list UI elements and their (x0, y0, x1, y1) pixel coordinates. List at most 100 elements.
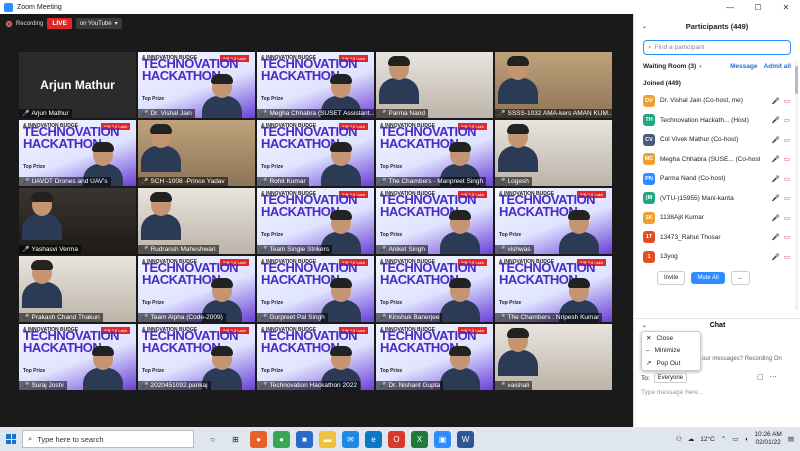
recipient-dropdown[interactable]: Everyone (653, 373, 688, 383)
menu-item-minimize[interactable]: – Minimize (642, 345, 700, 358)
muted-mic-icon[interactable]: 🎤 (772, 175, 780, 183)
participant-row[interactable]: MC Megha Chhabra (SUSE... (Co-host) 🎤 ▭ (643, 150, 800, 170)
video-camera-icon[interactable]: ▭ (784, 233, 790, 241)
participant-row[interactable]: 1K 1138Ajit Kumar 🎤 ▭ (643, 208, 800, 228)
video-tile[interactable]: & INNOVATION BUDGE INR 5.5 Lakh TECHNOVATI… (376, 188, 493, 254)
more-icon[interactable]: ⋯ (770, 373, 777, 381)
file-icon[interactable]: ▢ (757, 373, 764, 381)
menu-item-pop-out[interactable]: ↗ Pop Out (642, 357, 700, 370)
video-tile[interactable]: & INNOVATION BUDGE INR 5.5 Lakh TECHNOVATI… (257, 256, 374, 322)
admit-all-button[interactable]: Admit all (764, 63, 791, 70)
video-tile[interactable]: & INNOVATION BUDGE INR 5.5 Lakh TECHNOVATI… (495, 188, 612, 254)
firefox-icon[interactable]: ● (250, 430, 267, 448)
participant-row[interactable]: 1T 13473_Rahul Thosar 🎤 ▭ (643, 228, 800, 248)
muted-mic-icon[interactable]: 🎤 (772, 214, 780, 222)
chevron-up-icon[interactable]: ⌃ (721, 435, 726, 443)
video-tile[interactable]: 🎤 Yashasvi Verma (19, 188, 136, 254)
video-tile[interactable]: 🎤 SSSS-1032 AMA-kers AMAN KUM... (495, 52, 612, 118)
video-camera-icon[interactable]: ▭ (784, 116, 790, 124)
file-explorer-icon[interactable]: ▬ (319, 430, 336, 448)
chevron-down-icon[interactable]: ⌄ (642, 23, 647, 30)
muted-mic-icon[interactable]: 🎤 (772, 253, 780, 261)
menu-item-close[interactable]: ✕ Close (642, 332, 700, 345)
muted-mic-icon[interactable]: 🎤 (772, 194, 780, 202)
invite-button[interactable]: Invite (657, 270, 686, 285)
video-camera-icon[interactable]: ▭ (784, 253, 790, 261)
maximize-button[interactable]: ☐ (744, 3, 772, 12)
zoom-taskbar-icon[interactable]: ▣ (434, 430, 451, 448)
joined-label[interactable]: Joined (449) (634, 72, 800, 91)
video-tile[interactable]: & INNOVATION BUDGE INR 5.5 Lakh TECHNOVATI… (19, 120, 136, 186)
store-icon[interactable]: ■ (296, 430, 313, 448)
video-camera-icon[interactable]: ▭ (784, 97, 790, 105)
start-button[interactable] (0, 434, 22, 444)
video-camera-icon[interactable]: ▭ (784, 155, 790, 163)
temperature[interactable]: 12°C (700, 436, 715, 443)
task-view-icon[interactable]: ○ (204, 431, 221, 448)
video-tile[interactable]: & INNOVATION BUDGE INR 5.5 Lakh TECHNOVATI… (19, 324, 136, 390)
edge-icon[interactable]: e (365, 430, 382, 448)
participant-row[interactable]: CV Col Vivek Mathur (Co-host) 🎤 ▭ (643, 130, 800, 150)
video-tile[interactable]: & INNOVATION BUDGE INR 5.5 Lakh TECHNOVATI… (257, 52, 374, 118)
live-badge[interactable]: LIVE (47, 18, 72, 29)
muted-mic-icon[interactable]: 🎤 (772, 97, 780, 105)
chevron-down-icon[interactable]: ⌄ (642, 322, 647, 329)
video-tile[interactable]: & INNOVATION BUDGE INR 5.5 Lakh TECHNOVATI… (257, 324, 374, 390)
participant-row[interactable]: DV Dr. Vishal Jain (Co-host, me) 🎤 ▭ (643, 91, 800, 111)
video-tile[interactable]: & INNOVATION BUDGE INR 5.5 Lakh TECHNOVATI… (376, 324, 493, 390)
video-tile[interactable]: Arjun Mathur 🎤 Arjun Mathur (19, 52, 136, 118)
message-waiting-button[interactable]: Message (730, 63, 757, 70)
taskbar-search-input[interactable]: ⌕ Type here to search (22, 430, 194, 448)
system-clock[interactable]: 10:26 AM 02/01/22 (754, 431, 781, 447)
waiting-room-label[interactable]: Waiting Room (3) (643, 63, 696, 70)
youtube-stream-dropdown[interactable]: on YouTube ▾ (75, 18, 122, 29)
video-tile[interactable]: & INNOVATION BUDGE INR 5.5 Lakh TECHNOVATI… (495, 256, 612, 322)
participant-row[interactable]: TH Technovation Hackath... (Host) 🎤 ▭ (643, 111, 800, 131)
widgets-icon[interactable]: ⊞ (227, 431, 244, 448)
video-tile[interactable]: 🎤 Prakash Chand Thakuri (19, 256, 136, 322)
video-camera-icon[interactable]: ▭ (784, 214, 790, 222)
video-tile[interactable]: & INNOVATION BUDGE INR 5.5 Lakh TECHNOVATI… (138, 52, 255, 118)
muted-mic-icon[interactable]: 🎤 (772, 155, 780, 163)
close-window-button[interactable]: ✕ (772, 3, 800, 12)
minimize-button[interactable]: — (716, 3, 744, 12)
video-tile[interactable]: & INNOVATION BUDGE INR 5.5 Lakh TECHNOVATI… (257, 120, 374, 186)
video-tile[interactable]: & INNOVATION BUDGE INR 5.5 Lakh TECHNOVATI… (138, 256, 255, 322)
video-tile[interactable]: & INNOVATION BUDGE INR 5.5 Lakh TECHNOVATI… (376, 120, 493, 186)
network-icon[interactable]: ▭ (732, 435, 738, 443)
office-icon[interactable]: O (388, 430, 405, 448)
participant-row[interactable]: PN Parma Nand (Co-host) 🎤 ▭ (643, 169, 800, 189)
video-camera-icon[interactable]: ▭ (784, 175, 790, 183)
chrome-icon[interactable]: ● (273, 430, 290, 448)
muted-mic-icon[interactable]: 🎤 (772, 136, 780, 144)
participant-search-input[interactable]: ⌕ Find a participant (643, 40, 791, 55)
participant-name: Rohit Kumar (269, 178, 306, 185)
video-camera-icon[interactable]: ▭ (784, 194, 790, 202)
word-icon[interactable]: W (457, 430, 474, 448)
video-tile[interactable]: 🎤 SCH -1008 -Prince Yadav (138, 120, 255, 186)
people-icon[interactable]: ⚇ (676, 435, 682, 443)
participant-video (437, 206, 483, 254)
notifications-icon[interactable]: ▤ (788, 435, 794, 443)
excel-icon[interactable]: X (411, 430, 428, 448)
video-tile[interactable]: 🎤 Rudransh Maheshwari (138, 188, 255, 254)
participant-row[interactable]: 1 13yog 🎤 ▭ (643, 247, 800, 267)
muted-mic-icon[interactable]: 🎤 (772, 116, 780, 124)
mail-icon[interactable]: ✉ (342, 430, 359, 448)
video-camera-icon[interactable]: ▭ (784, 136, 790, 144)
mute-all-button[interactable]: Mute All (691, 271, 725, 284)
video-tile[interactable]: 🎤 Logesh (495, 120, 612, 186)
muted-mic-icon[interactable]: 🎤 (772, 233, 780, 241)
more-options-button[interactable]: ... (730, 270, 750, 285)
participants-scrollbar[interactable] (795, 60, 798, 310)
video-tile[interactable]: 🎤 vaishali (495, 324, 612, 390)
volume-icon[interactable]: ◖ (744, 436, 748, 443)
chevron-right-icon[interactable]: › (699, 63, 701, 70)
video-tile[interactable]: 🎤 Parma Nand (376, 52, 493, 118)
participant-row[interactable]: (M (VTU-)15955) Mani-kanta 🎤 ▭ (643, 189, 800, 209)
video-tile[interactable]: & INNOVATION BUDGE INR 5.5 Lakh TECHNOVATI… (257, 188, 374, 254)
video-tile[interactable]: & INNOVATION BUDGE INR 5.5 Lakh TECHNOVATI… (138, 324, 255, 390)
weather-icon[interactable]: ☁ (688, 435, 695, 443)
video-tile[interactable]: & INNOVATION BUDGE INR 5.5 Lakh TECHNOVATI… (376, 256, 493, 322)
chat-message-input[interactable]: Type message here... (641, 389, 704, 396)
